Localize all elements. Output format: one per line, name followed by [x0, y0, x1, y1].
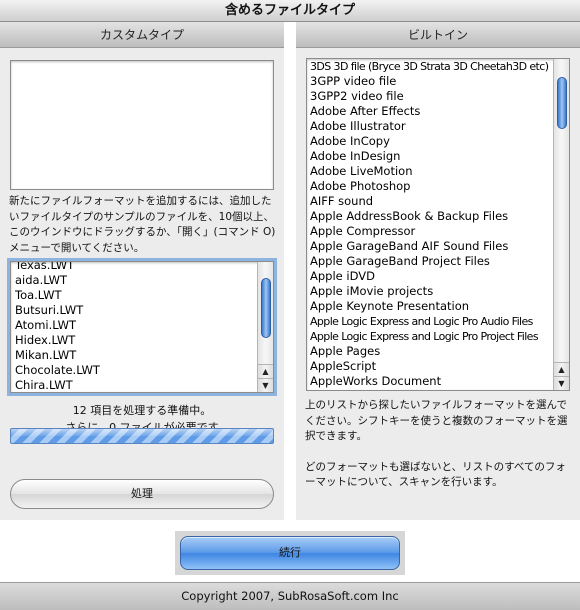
list-item[interactable]: 3DS 3D file (Bryce 3D Strata 3D Cheetah3… [310, 59, 550, 74]
list-item[interactable]: aida.LWT [15, 273, 253, 288]
list-item[interactable]: Adobe Illustrator [310, 119, 550, 134]
list-item[interactable]: Apple iMovie projects [310, 284, 550, 299]
list-item[interactable]: Apple AddressBook & Backup Files [310, 209, 550, 224]
scrollbar-thumb[interactable] [557, 77, 567, 129]
list-item[interactable]: Apple iDVD [310, 269, 550, 284]
continue-button[interactable]: 続行 [180, 536, 400, 570]
process-button[interactable]: 処理 [10, 479, 274, 509]
progress-bar [10, 428, 274, 444]
list-item[interactable]: Atomi.LWT [15, 318, 253, 333]
list-item[interactable]: AppleScript [310, 359, 550, 374]
continue-button-well: 続行 [175, 531, 405, 575]
list-item[interactable]: Apple Logic Express and Logic Pro Audio … [310, 314, 550, 329]
list-item[interactable]: Chira.LWT [15, 378, 253, 392]
list-item[interactable]: Butsuri.LWT [15, 303, 253, 318]
list-item[interactable]: AIFF sound [310, 194, 550, 209]
drop-zone[interactable] [10, 60, 274, 190]
list-item[interactable]: Mikan.LWT [15, 348, 253, 363]
progress-sheen [11, 429, 273, 436]
list-item[interactable]: 3GPP video file [310, 74, 550, 89]
scroll-down-arrow-icon[interactable]: ▼ [258, 378, 273, 392]
scroll-up-arrow-icon[interactable]: ▲ [554, 362, 569, 376]
list-item[interactable]: 3GPP2 video file [310, 89, 550, 104]
list-item[interactable]: Apple Compressor [310, 224, 550, 239]
status-ready: 12 項目を処理する準備中。 [72, 404, 212, 417]
list-item[interactable]: Apple GarageBand Project Files [310, 254, 550, 269]
builtin-formats-scrollbar[interactable]: ▲ ▼ [553, 59, 569, 390]
list-item[interactable]: Adobe LiveMotion [310, 164, 550, 179]
sample-files-scrollbar[interactable]: ▲ ▼ [257, 262, 273, 392]
list-item[interactable]: Apple Keynote Presentation [310, 299, 550, 314]
builtin-description-1: 上のリストから探したいファイルフォーマットを選んでください。シフトキーを使うと複… [305, 399, 568, 442]
sample-files-list[interactable]: Texas.LWT aida.LWT Toa.LWT Butsuri.LWT A… [7, 258, 277, 396]
builtin-formats-list[interactable]: 3DS 3D file (Bryce 3D Strata 3D Cheetah3… [306, 58, 570, 391]
custom-types-instructions: 新たにファイルフォーマットを追加するには、追加したいファイルタイプのサンプルのフ… [9, 195, 276, 254]
builtin-description-2: どのフォーマットも選ばないと、リストのすべてのフォーマットについて、スキャンを行… [305, 460, 566, 489]
list-item[interactable]: Chocolate.LWT [15, 363, 253, 378]
panel-divider [284, 22, 296, 520]
list-item[interactable]: Apple Pages [310, 344, 550, 359]
list-item[interactable]: Hidex.LWT [15, 333, 253, 348]
custom-types-panel: カスタムタイプ 新たにファイルフォーマットを追加するには、追加したいファイルタイ… [0, 22, 284, 520]
builtin-description: 上のリストから探したいファイルフォーマットを選んでください。シフトキーを使うと複… [305, 398, 575, 491]
copyright-footer: Copyright 2007, SubRosaSoft.com Inc [0, 582, 580, 610]
list-item[interactable]: Texas.LWT [15, 262, 253, 273]
scroll-down-arrow-icon[interactable]: ▼ [554, 376, 569, 390]
list-item[interactable]: Adobe InDesign [310, 149, 550, 164]
builtin-header: ビルトイン [296, 22, 580, 48]
list-item[interactable]: Adobe Photoshop [310, 179, 550, 194]
scroll-up-arrow-icon[interactable]: ▲ [258, 364, 273, 378]
list-item[interactable]: Apple GarageBand AIF Sound Files [310, 239, 550, 254]
list-item[interactable]: Toa.LWT [15, 288, 253, 303]
scrollbar-thumb[interactable] [261, 278, 271, 338]
list-item[interactable]: Adobe InCopy [310, 134, 550, 149]
list-item[interactable]: Apple Logic Express and Logic Pro Projec… [310, 329, 550, 344]
window-title: 含めるファイルタイプ [0, 0, 580, 22]
list-item[interactable]: Adobe After Effects [310, 104, 550, 119]
list-item[interactable]: AppleWorks Document [310, 374, 550, 389]
custom-types-header: カスタムタイプ [0, 22, 284, 48]
